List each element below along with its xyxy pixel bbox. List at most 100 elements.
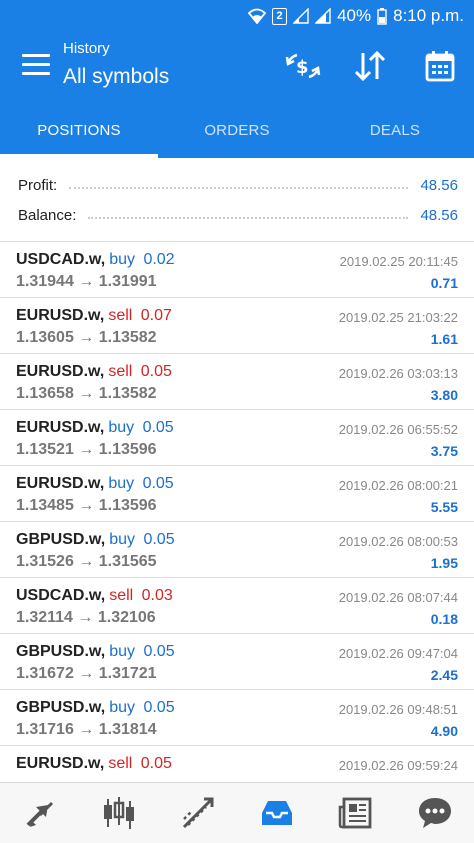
deal-row[interactable]: EURUSD.w, sell 0.05 1.13658 → 1.13582 2019.… bbox=[0, 354, 474, 410]
profit-value: 48.56 bbox=[420, 176, 458, 194]
nav-trade[interactable] bbox=[168, 785, 228, 841]
deal-header: EURUSD.w, sell 0.05 bbox=[16, 755, 172, 773]
deal-symbol: GBPUSD.w, bbox=[16, 531, 106, 548]
balance-label: Balance: bbox=[18, 206, 77, 224]
deal-prices: 1.31672 → 1.31721 bbox=[16, 665, 157, 682]
signal-icon-1 bbox=[293, 8, 309, 24]
nav-history[interactable] bbox=[247, 785, 307, 841]
calendar-icon bbox=[425, 51, 455, 82]
account-summary: Profit: 48.56 Balance: 48.56 bbox=[0, 158, 474, 242]
deal-volume: 0.05 bbox=[142, 419, 174, 436]
deal-time: 2019.02.26 08:00:53 bbox=[338, 534, 458, 549]
status-bar: 2 40% 8:10 p.m. bbox=[0, 0, 474, 32]
deal-volume: 0.02 bbox=[143, 251, 175, 268]
deal-profit: 5.55 bbox=[430, 499, 458, 515]
trade-icon bbox=[182, 797, 213, 829]
deal-type: buy bbox=[109, 643, 135, 660]
menu-icon[interactable] bbox=[22, 54, 50, 76]
deal-header: USDCAD.w, sell 0.03 bbox=[16, 587, 173, 605]
nav-chat[interactable] bbox=[405, 785, 465, 841]
nav-news[interactable] bbox=[326, 785, 386, 841]
svg-text:$: $ bbox=[296, 57, 309, 78]
chat-icon bbox=[418, 798, 451, 828]
deal-volume: 0.03 bbox=[141, 587, 173, 604]
deal-profit: 4.90 bbox=[430, 723, 458, 739]
nav-quotes[interactable] bbox=[10, 785, 70, 841]
deal-symbol: USDCAD.w, bbox=[16, 587, 106, 604]
deal-type: buy bbox=[109, 531, 135, 548]
deal-type: sell bbox=[108, 307, 133, 324]
calendar-button[interactable] bbox=[420, 46, 460, 86]
deal-type: buy bbox=[109, 699, 135, 716]
bottom-nav bbox=[0, 782, 474, 843]
deals-list[interactable]: USDCAD.w, buy 0.02 1.31944 → 1.31991 2019.0… bbox=[0, 242, 474, 782]
sim-badge: 2 bbox=[272, 7, 288, 25]
deal-row[interactable]: GBPUSD.w, buy 0.05 1.31672 → 1.31721 2019.0… bbox=[0, 634, 474, 690]
deal-profit: 1.95 bbox=[430, 555, 458, 571]
signal-icon-2 bbox=[315, 8, 331, 24]
deal-time: 2019.02.26 09:48:51 bbox=[338, 702, 458, 717]
battery-icon bbox=[377, 8, 387, 25]
deal-row[interactable]: EURUSD.w, sell 0.07 1.13605 → 1.13582 2019.… bbox=[0, 298, 474, 354]
deal-time: 2019.02.26 03:03:13 bbox=[338, 366, 458, 381]
sort-button[interactable] bbox=[350, 46, 390, 86]
deal-symbol: EURUSD.w, bbox=[16, 755, 105, 772]
deal-row[interactable]: GBPUSD.w, buy 0.05 1.31716 → 1.31814 2019.0… bbox=[0, 690, 474, 746]
header-title[interactable]: All symbols bbox=[63, 65, 169, 89]
deal-profit: 1.61 bbox=[430, 331, 458, 347]
deal-volume: 0.05 bbox=[140, 755, 172, 772]
status-icons: 2 40% 8:10 p.m. bbox=[248, 6, 464, 26]
deal-row[interactable]: EURUSD.w, buy 0.05 1.13485 → 1.13596 2019.0… bbox=[0, 466, 474, 522]
deal-volume: 0.05 bbox=[143, 699, 175, 716]
deal-row[interactable]: USDCAD.w, buy 0.02 1.31944 → 1.31991 2019.0… bbox=[0, 242, 474, 298]
symbol-filter-button[interactable]: $ bbox=[283, 46, 323, 86]
deal-prices: 1.31526 → 1.31565 bbox=[16, 553, 157, 570]
deal-type: sell bbox=[108, 755, 133, 772]
candlestick-chart-icon bbox=[103, 797, 134, 829]
deal-time: 2019.02.26 09:59:24 bbox=[338, 758, 458, 773]
deal-prices: 1.32114 → 1.32106 bbox=[16, 609, 156, 626]
deal-volume: 0.07 bbox=[140, 307, 172, 324]
tab-deals[interactable]: DEALS bbox=[316, 102, 474, 158]
deal-symbol: GBPUSD.w, bbox=[16, 643, 106, 660]
deal-volume: 0.05 bbox=[143, 643, 175, 660]
deal-volume: 0.05 bbox=[143, 531, 175, 548]
balance-value: 48.56 bbox=[420, 206, 458, 224]
deal-header: GBPUSD.w, buy 0.05 bbox=[16, 531, 175, 549]
deal-time: 2019.02.25 21:03:22 bbox=[338, 310, 458, 325]
deal-type: sell bbox=[109, 587, 134, 604]
tab-bar: POSITIONS ORDERS DEALS bbox=[0, 102, 474, 158]
balance-row: Balance: 48.56 bbox=[18, 200, 458, 230]
deal-profit: 3.80 bbox=[430, 387, 458, 403]
deal-prices: 1.31944 → 1.31991 bbox=[16, 273, 157, 290]
profit-row: Profit: 48.56 bbox=[18, 170, 458, 200]
deal-header: EURUSD.w, buy 0.05 bbox=[16, 475, 174, 493]
deal-time: 2019.02.26 09:47:04 bbox=[338, 646, 458, 661]
deal-row[interactable]: USDCAD.w, sell 0.03 1.32114 → 1.32106 2019.… bbox=[0, 578, 474, 634]
wifi-icon bbox=[248, 8, 267, 24]
deal-symbol: EURUSD.w, bbox=[16, 307, 105, 324]
deal-header: USDCAD.w, buy 0.02 bbox=[16, 251, 175, 269]
sort-icon bbox=[354, 51, 386, 81]
deal-time: 2019.02.26 06:55:52 bbox=[338, 422, 458, 437]
deal-prices: 1.13521 → 1.13596 bbox=[16, 441, 157, 458]
deal-profit: 0.18 bbox=[430, 611, 458, 627]
deal-row[interactable]: EURUSD.w, buy 0.05 1.13521 → 1.13596 2019.0… bbox=[0, 410, 474, 466]
deal-type: sell bbox=[108, 363, 133, 380]
deal-header: EURUSD.w, sell 0.05 bbox=[16, 363, 172, 381]
deal-symbol: GBPUSD.w, bbox=[16, 699, 106, 716]
deal-time: 2019.02.25 20:11:45 bbox=[339, 254, 458, 269]
tab-orders[interactable]: ORDERS bbox=[158, 102, 316, 158]
deal-header: GBPUSD.w, buy 0.05 bbox=[16, 699, 175, 717]
app-bar: History All symbols $ bbox=[0, 32, 474, 102]
deal-row[interactable]: GBPUSD.w, buy 0.05 1.31526 → 1.31565 2019.0… bbox=[0, 522, 474, 578]
tab-positions[interactable]: POSITIONS bbox=[0, 102, 158, 158]
dotted-leader bbox=[88, 217, 409, 219]
deal-type: buy bbox=[108, 419, 135, 436]
deal-volume: 0.05 bbox=[140, 363, 172, 380]
deal-type: buy bbox=[108, 475, 135, 492]
deal-row[interactable]: EURUSD.w, sell 0.05 2019.02.26 09:59:24 bbox=[0, 746, 474, 782]
deal-volume: 0.05 bbox=[142, 475, 174, 492]
deal-symbol: EURUSD.w, bbox=[16, 363, 105, 380]
nav-chart[interactable] bbox=[89, 785, 149, 841]
